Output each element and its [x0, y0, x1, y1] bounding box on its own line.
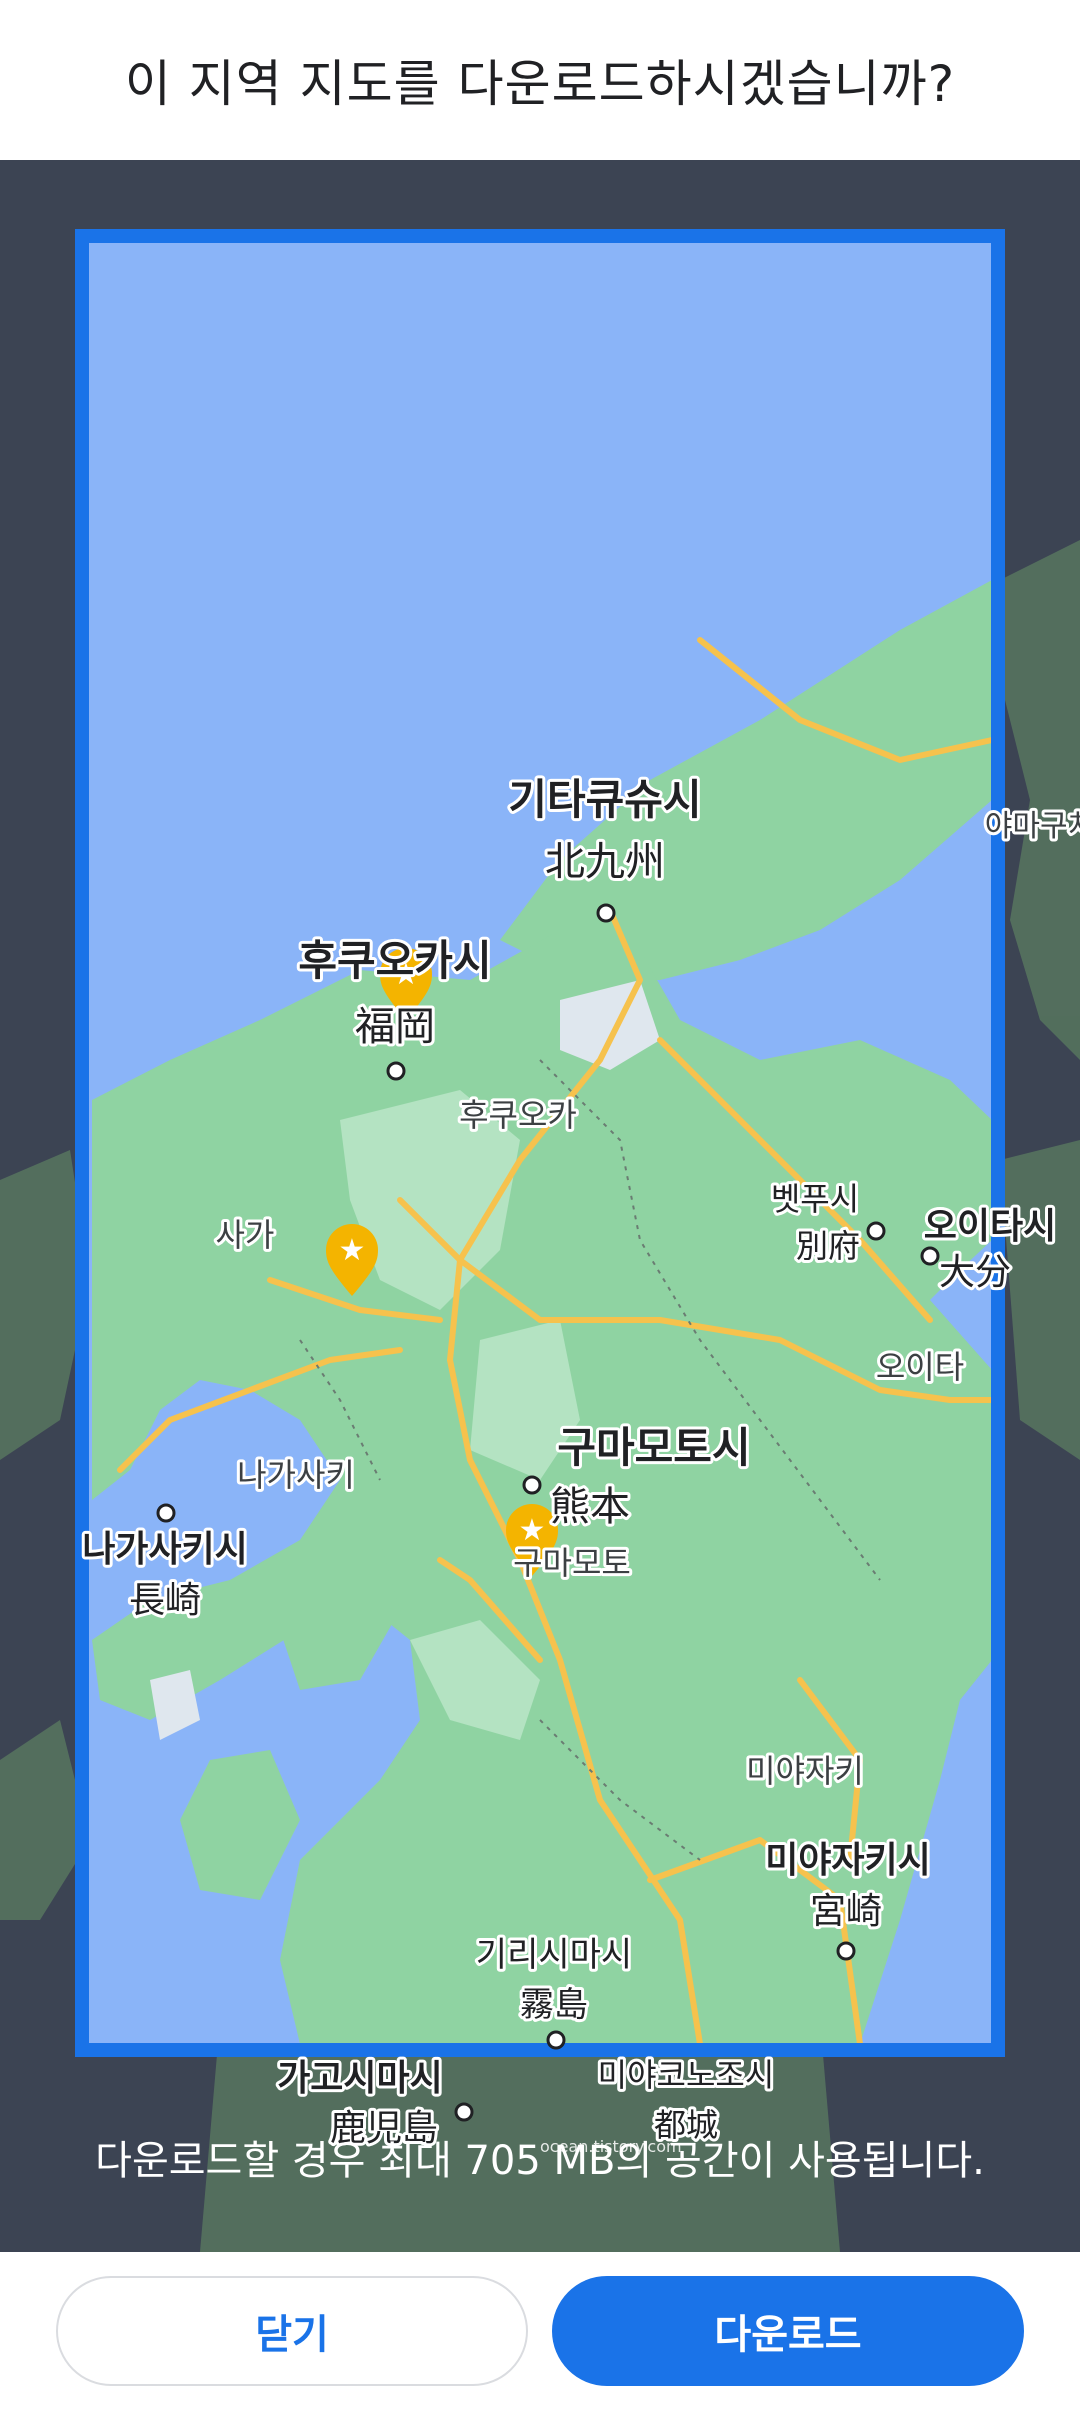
label-kitakyushu-ja: 北九州: [545, 839, 665, 885]
kirishima-dot: [546, 2030, 566, 2050]
label-oita-ja: 大分: [939, 1252, 1011, 1293]
miyazaki-dot: [836, 1941, 856, 1961]
label-fukuoka-ko: 후쿠오카시: [298, 936, 491, 985]
label-kumamoto-ja: 熊本: [550, 1484, 630, 1530]
dialog-header: 이 지역 지도를 다운로드하시겠습니까?: [0, 0, 1080, 160]
label-oita-pref: 오이타: [876, 1348, 964, 1386]
label-kirishima-ko: 기리시마시: [476, 1935, 632, 1975]
oita-dot: [920, 1246, 940, 1266]
dialog-title: 이 지역 지도를 다운로드하시겠습니까?: [124, 55, 956, 113]
label-miyazaki-ja: 宮崎: [810, 1891, 882, 1932]
label-beppu-ko: 벳푸시: [771, 1180, 859, 1218]
label-miyazaki-ko: 미야자키시: [765, 1840, 931, 1881]
label-fukuoka-ja: 福岡: [355, 1004, 435, 1050]
fukuoka-dot: [386, 1061, 406, 1081]
label-nagasaki-ko: 나가사키시: [82, 1529, 248, 1570]
label-kumamoto-ko: 구마모토시: [557, 1423, 750, 1472]
label-miyazaki-pref: 미야자키: [746, 1752, 864, 1790]
map-preview[interactable]: ★ ★ ★ 기타큐슈시 北九州 후쿠오카시 福岡 후쿠오카 사가 벳푸시 別府 …: [0, 160, 1080, 2252]
map-canvas[interactable]: ★ ★ ★ 기타큐슈시 北九州 후쿠오카시 福岡 후쿠오카 사가 벳푸시 別府 …: [0, 160, 1080, 2252]
label-yamaguchi: 야마구치: [985, 809, 1080, 844]
label-nagasaki-pref: 나가사키: [237, 1456, 355, 1494]
close-button[interactable]: 닫기: [56, 2276, 528, 2386]
label-kitakyushu-ko: 기타큐슈시: [508, 775, 701, 824]
label-oita-ko: 오이타시: [924, 1206, 1056, 1247]
kumamoto-dot: [522, 1475, 542, 1495]
label-fukuoka-pref: 후쿠오카: [459, 1096, 577, 1134]
label-miyakonojo-ko: 미야코노조시: [598, 2056, 775, 2094]
label-kumamoto-pref: 구마모토: [513, 1544, 631, 1582]
label-saga: 사가: [216, 1216, 275, 1254]
svg-text:★: ★: [519, 1513, 546, 1548]
label-nagasaki-ja: 長崎: [129, 1580, 201, 1621]
label-beppu-ja: 別府: [796, 1227, 860, 1265]
dialog-footer: 닫기 다운로드: [0, 2252, 1080, 2412]
label-kagoshima-ko: 가고시마시: [277, 2058, 443, 2099]
download-button[interactable]: 다운로드: [552, 2276, 1024, 2386]
nagasaki-dot: [156, 1503, 176, 1523]
kitakyushu-dot: [596, 903, 616, 923]
kagoshima-dot: [454, 2102, 474, 2122]
watermark: ocean.tistory.com: [540, 2137, 682, 2156]
svg-text:★: ★: [339, 1233, 366, 1268]
beppu-dot: [866, 1221, 886, 1241]
label-kirishima-ja: 霧島: [520, 1985, 588, 2025]
